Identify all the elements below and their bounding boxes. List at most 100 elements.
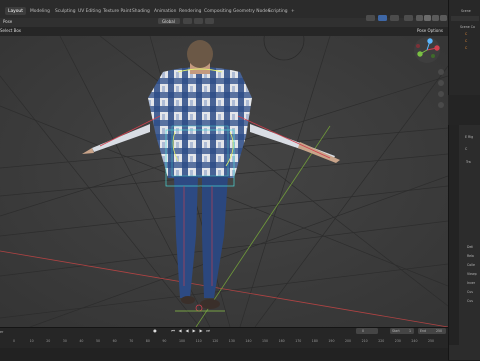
start-frame-label: Start	[392, 329, 400, 333]
tab-layout[interactable]: Layout	[8, 9, 23, 14]
ruler-frame-label: 140	[245, 339, 252, 343]
ruler-frame-label: 70	[129, 339, 134, 343]
ruler-frame-label: 160	[278, 339, 285, 343]
3d-viewport[interactable]	[0, 36, 448, 327]
properties-tab-strip	[449, 125, 459, 345]
prev-keyframe-icon[interactable]: ◀	[177, 328, 183, 334]
viewport-scene	[0, 36, 448, 327]
ruler-frame-label: 0	[13, 339, 16, 343]
outliner-row-1[interactable]: C	[465, 32, 467, 36]
gizmo-x-axis[interactable]	[434, 45, 440, 51]
properties-subheader: C	[465, 147, 468, 151]
tab-animation[interactable]: Animation	[154, 9, 176, 14]
properties-row-6[interactable]: Cus	[467, 299, 473, 303]
end-frame-label: End	[420, 329, 427, 333]
snap-toggle[interactable]	[194, 18, 203, 24]
ruler-frame-label: 50	[96, 339, 101, 343]
outliner-header	[451, 16, 479, 21]
tab-shading[interactable]: Shading	[132, 9, 150, 14]
play-reverse-icon[interactable]: ◀	[184, 328, 190, 334]
properties-row-2[interactable]: Colle	[467, 263, 475, 267]
ruler-frame-label: 80	[145, 339, 150, 343]
head-hair	[187, 40, 213, 68]
torso-shirt	[148, 67, 252, 178]
properties-row-5[interactable]: Cus	[467, 290, 473, 294]
properties-object-name: E Rig	[465, 135, 474, 139]
end-frame-value: 250	[436, 329, 443, 333]
properties-panel: E Rig C Tra Deli Rela Colle Viewp Inver …	[448, 125, 480, 360]
properties-row-4[interactable]: Inver	[467, 281, 475, 285]
tab-geometry-nodes[interactable]: Geometry Nodes	[233, 9, 270, 14]
ruler-frame-label: 110	[195, 339, 202, 343]
ruler-frame-label: 10	[29, 339, 34, 343]
camera-view-icon[interactable]	[438, 91, 444, 97]
timeline-panel: er ● ⏮ ◀ ◀ ▶ ▶ ⏭ 0 Start 1 End 250 0 10 20…	[0, 327, 448, 361]
current-frame-value: 0	[362, 329, 365, 333]
left-shoe	[181, 296, 195, 304]
transform-orientation-label: Global	[162, 19, 175, 24]
ruler-frame-label: 220	[378, 339, 385, 343]
gizmo-y-axis[interactable]	[417, 51, 423, 57]
properties-row-0[interactable]: Deli	[467, 245, 473, 249]
tab-uv-editing[interactable]: UV Editing	[78, 9, 101, 14]
jump-end-icon[interactable]: ⏭	[205, 328, 211, 334]
outliner-row-2[interactable]: C	[465, 39, 467, 43]
play-icon[interactable]: ▶	[191, 328, 197, 334]
gizmo-z-axis[interactable]	[427, 38, 433, 44]
tab-scripting[interactable]: Scripting	[268, 9, 288, 14]
mode-selector[interactable]: Pose	[3, 19, 12, 24]
pan-hand-icon[interactable]	[438, 80, 444, 86]
perspective-grid-icon[interactable]	[438, 102, 444, 108]
shading-material-button[interactable]	[432, 15, 439, 21]
properties-section-transform[interactable]: Tra	[466, 160, 471, 164]
ruler-frame-label: 230	[394, 339, 401, 343]
shading-rendered-button[interactable]	[440, 15, 447, 21]
proportional-toggle[interactable]	[205, 18, 214, 24]
jump-start-icon[interactable]: ⏮	[170, 328, 176, 334]
tab-modeling[interactable]: Modeling	[30, 9, 50, 14]
right-shoe	[200, 299, 220, 309]
shading-solid-button[interactable]	[424, 15, 431, 21]
tab-compositing[interactable]: Compositing	[204, 9, 232, 14]
timeline-track[interactable]	[0, 348, 448, 361]
properties-row-3[interactable]: Viewp	[467, 272, 477, 276]
ruler-frame-label: 170	[295, 339, 302, 343]
next-keyframe-icon[interactable]: ▶	[198, 328, 204, 334]
ruler-frame-label: 130	[228, 339, 235, 343]
ruler-frame-label: 40	[79, 339, 84, 343]
pose-options-menu[interactable]: Pose Options	[417, 28, 443, 33]
properties-row-1[interactable]: Rela	[467, 254, 474, 258]
gizmo-toggle[interactable]	[378, 15, 387, 21]
outliner-scene-collection[interactable]: Scene Co	[460, 25, 475, 29]
ruler-frame-label: 30	[62, 339, 67, 343]
ruler-frame-label: 150	[262, 339, 269, 343]
tab-texture-paint[interactable]: Texture Paint	[103, 9, 131, 14]
xray-toggle[interactable]	[404, 15, 413, 21]
ruler-frame-label: 240	[411, 339, 418, 343]
tab-sculpting[interactable]: Sculpting	[55, 9, 76, 14]
tab-rendering[interactable]: Rendering	[179, 9, 201, 14]
ruler-frame-label: 190	[328, 339, 335, 343]
select-box-tool[interactable]: Select Box	[0, 28, 21, 33]
ruler-frame-label: 60	[112, 339, 117, 343]
pivot-dropdown[interactable]	[183, 18, 192, 24]
navigation-gizmo[interactable]	[414, 37, 440, 63]
shading-wireframe-button[interactable]	[416, 15, 423, 21]
ruler-frame-label: 250	[428, 339, 435, 343]
keyframe-icon[interactable]: ●	[152, 328, 158, 334]
visibility-dropdown[interactable]	[366, 15, 375, 21]
ruler-frame-label: 120	[212, 339, 219, 343]
panel-divider	[448, 95, 480, 125]
ruler-frame-label: 90	[162, 339, 167, 343]
overlay-toggle[interactable]	[390, 15, 399, 21]
add-workspace-button[interactable]: +	[291, 9, 295, 14]
zoom-icon[interactable]	[438, 69, 444, 75]
tool-settings-bar: Select Box Pose Options	[0, 27, 448, 36]
ruler-frame-label: 180	[311, 339, 318, 343]
start-frame-value: 1	[409, 329, 412, 333]
outliner-row-3[interactable]: C	[465, 46, 467, 50]
ruler-frame-label: 100	[179, 339, 186, 343]
current-frame-field[interactable]	[356, 328, 378, 334]
scene-selector[interactable]: Scene	[461, 9, 471, 13]
timeline-marker-label: er	[0, 330, 4, 334]
